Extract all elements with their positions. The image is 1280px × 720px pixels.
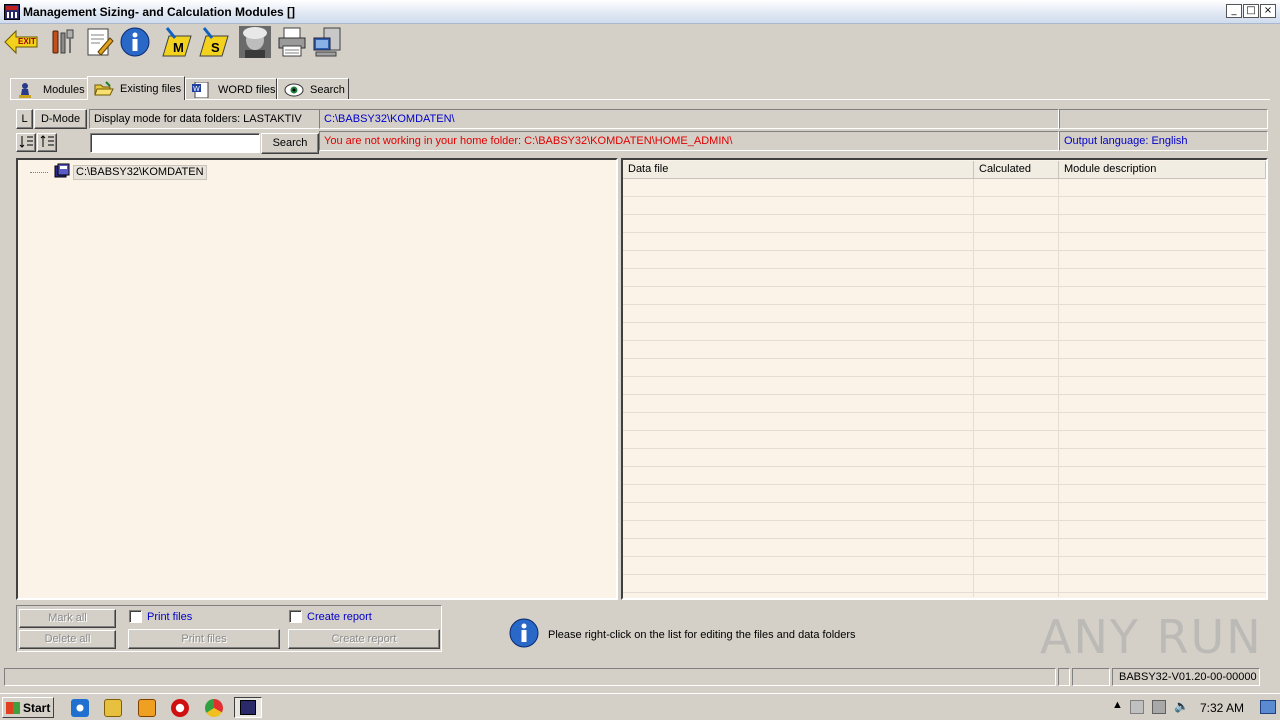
info-empty-cell	[1059, 109, 1268, 129]
tools-icon[interactable]	[46, 26, 78, 58]
module-s-icon[interactable]: S	[198, 26, 230, 58]
window-controls: _ □ ×	[1226, 4, 1276, 18]
tab-word-files-label: WORD files	[218, 83, 276, 96]
show-desktop-icon[interactable]	[1260, 700, 1276, 714]
windows-logo-icon	[6, 701, 20, 714]
einstein-portrait-icon[interactable]	[239, 26, 271, 58]
chrome-icon[interactable]	[205, 699, 223, 717]
sort-ascending-icon[interactable]	[16, 133, 36, 152]
chess-piece-icon	[17, 82, 37, 98]
app-icon[interactable]	[4, 4, 20, 20]
clock[interactable]: 7:32 AM	[1200, 701, 1244, 715]
close-button[interactable]: ×	[1260, 4, 1276, 18]
grid-empty-rows[interactable]	[623, 179, 1266, 597]
file-actions-panel: Mark all Delete all Print files Print fi…	[16, 605, 442, 652]
info-row-display-mode: L D-Mode Display mode for data folders: …	[16, 109, 1268, 130]
create-report-checkbox-label: Create report	[307, 610, 372, 623]
output-language[interactable]: Output language: English	[1059, 131, 1268, 151]
tab-modules[interactable]: Modules	[10, 78, 88, 100]
info-hint-icon	[508, 617, 540, 652]
network-icon[interactable]	[1152, 700, 1166, 714]
babsy-app-icon	[240, 700, 256, 715]
status-cell-main	[4, 668, 1056, 686]
right-click-hint: Please right-click on the list for editi…	[508, 617, 856, 652]
column-header-calculated[interactable]: Calculated	[974, 161, 1059, 179]
info-row-search: Search You are not working in your home …	[16, 131, 1268, 154]
search-button[interactable]: Search	[261, 133, 319, 154]
window-title: Management Sizing- and Calculation Modul…	[23, 5, 296, 19]
folder-tree[interactable]: C:\BABSY32\KOMDATEN	[16, 158, 618, 600]
info-icon[interactable]	[119, 26, 151, 58]
hint-text: Please right-click on the list for editi…	[548, 628, 856, 641]
system-tray: ▲ 🔈 7:32 AM	[1108, 697, 1278, 718]
minimize-button[interactable]: _	[1226, 4, 1242, 18]
column-header-module-description[interactable]: Module description	[1059, 161, 1266, 179]
mark-all-button[interactable]: Mark all	[19, 609, 116, 628]
print-files-button[interactable]: Print files	[128, 629, 280, 649]
start-label: Start	[23, 700, 51, 715]
create-report-checkbox-box[interactable]	[289, 610, 302, 623]
print-files-checkbox-box[interactable]	[129, 610, 142, 623]
svg-text:W: W	[193, 85, 200, 93]
status-cell-small	[1058, 668, 1070, 686]
tab-divider	[10, 99, 1270, 100]
taskbar-app-babsy[interactable]	[234, 697, 262, 718]
status-cell-empty	[1072, 668, 1110, 686]
exit-label: EXIT	[18, 37, 36, 46]
print-files-checkbox-label: Print files	[147, 610, 193, 623]
create-report-checkbox[interactable]: Create report	[289, 610, 372, 623]
tab-search[interactable]: Search	[277, 78, 349, 100]
search-eye-icon	[284, 82, 304, 98]
tray-expand-icon[interactable]: ▲	[1112, 699, 1123, 711]
display-mode-text: Display mode for data folders: LASTAKTIV	[89, 109, 320, 129]
word-document-icon: W	[192, 81, 212, 98]
title-bar: Management Sizing- and Calculation Modul…	[0, 0, 1280, 24]
search-input[interactable]	[90, 133, 260, 153]
tab-search-label: Search	[310, 83, 345, 96]
media-player-icon[interactable]	[138, 699, 156, 717]
action-center-flag-icon[interactable]	[1130, 700, 1144, 714]
status-bar: BABSY32-V01.20-00-00000	[4, 668, 1276, 686]
column-header-data-file[interactable]: Data file	[623, 161, 974, 179]
tab-modules-label: Modules	[43, 83, 85, 96]
network-computer-icon[interactable]	[312, 26, 344, 58]
opera-icon[interactable]	[171, 699, 189, 717]
tree-root-label[interactable]: C:\BABSY32\KOMDATEN	[73, 164, 207, 180]
version-label: BABSY32-V01.20-00-00000	[1112, 668, 1260, 686]
d-mode-button[interactable]: D-Mode	[34, 109, 87, 129]
taskbar: Start ▲ 🔈 7:32 AM	[0, 693, 1280, 720]
tree-connector	[30, 171, 48, 173]
module-m-icon[interactable]: M	[161, 26, 193, 58]
tab-existing-files[interactable]: Existing files	[87, 76, 185, 100]
open-folder-icon	[94, 80, 114, 97]
data-file-grid[interactable]: Data file Calculated Module description	[621, 158, 1268, 600]
file-explorer-icon[interactable]	[104, 699, 122, 717]
tree-root-node[interactable]: C:\BABSY32\KOMDATEN	[30, 163, 207, 181]
create-report-button[interactable]: Create report	[288, 629, 440, 649]
sort-descending-icon[interactable]	[37, 133, 57, 152]
exit-icon[interactable]: EXIT	[4, 26, 38, 58]
module-s-label: S	[211, 40, 220, 55]
data-path-text: C:\BABSY32\KOMDATEN\	[319, 109, 1059, 129]
module-m-label: M	[173, 40, 184, 55]
anyrun-watermark: ANY RUN	[1040, 610, 1263, 664]
notepad-edit-icon[interactable]	[83, 26, 115, 58]
start-button[interactable]: Start	[2, 697, 54, 718]
drive-folder-icon	[54, 163, 70, 181]
delete-all-button[interactable]: Delete all	[19, 630, 116, 649]
home-folder-warning: You are not working in your home folder:…	[319, 131, 1059, 151]
l-button[interactable]: L	[16, 109, 33, 129]
tab-existing-files-label: Existing files	[120, 82, 182, 95]
maximize-button[interactable]: □	[1243, 4, 1259, 18]
printer-icon[interactable]	[276, 26, 308, 58]
toolbar: EXIT M S	[0, 24, 1280, 62]
internet-explorer-icon[interactable]	[71, 699, 89, 717]
volume-icon[interactable]: 🔈	[1174, 699, 1189, 713]
print-files-checkbox[interactable]: Print files	[129, 610, 192, 623]
tab-word-files[interactable]: W WORD files	[185, 78, 277, 100]
